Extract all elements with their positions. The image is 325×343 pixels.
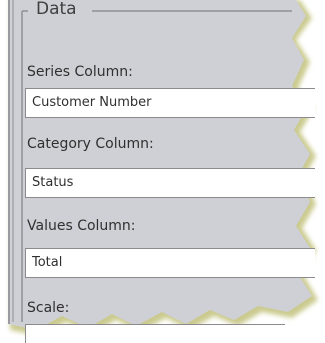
values-column-input[interactable]: Total [25, 248, 315, 278]
series-column-input[interactable]: Customer Number [25, 88, 315, 118]
scale-input[interactable] [25, 324, 285, 343]
scale-label: Scale: [27, 300, 70, 316]
values-column-label: Values Column: [27, 218, 136, 234]
category-column-input[interactable]: Status [25, 168, 315, 198]
data-panel-clipping: Data Series Column: Customer Number Cate… [0, 0, 325, 343]
series-column-label: Series Column: [27, 64, 133, 80]
category-column-label: Category Column: [27, 136, 154, 152]
group-box-legend: Data [30, 0, 83, 22]
torn-panel-body [8, 0, 312, 330]
